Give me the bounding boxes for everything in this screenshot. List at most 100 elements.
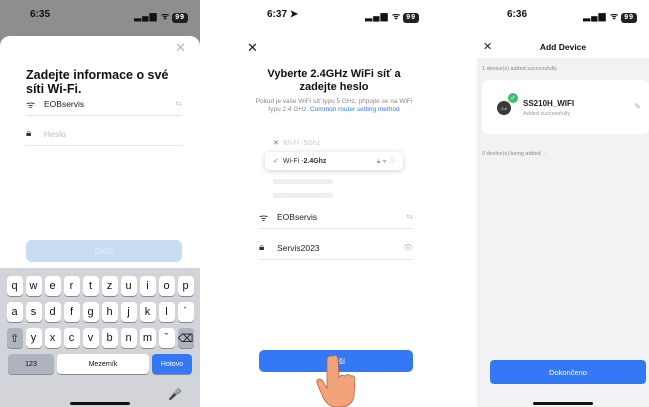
key[interactable]: h (101, 302, 118, 322)
key[interactable]: ˇ (158, 328, 175, 348)
battery-icon: 99 (621, 13, 637, 23)
key[interactable]: i (139, 276, 156, 296)
keyboard: q w e r t z u i o p a s d f g h j k l ´ … (0, 268, 200, 407)
lock-icon: 🔒︎ (26, 128, 32, 139)
key[interactable]: y (25, 328, 42, 348)
status-icons: ▂▄▆ ᯤ 99 (365, 9, 419, 23)
key[interactable]: z (101, 276, 118, 296)
key[interactable]: ´ (177, 302, 194, 322)
signal-icon: ▂▄▆ ᯤ (365, 11, 402, 21)
placeholder-bar (273, 178, 333, 184)
key[interactable]: o (158, 276, 175, 296)
keyboard-row-1: q w e r t z u i o p (0, 276, 200, 296)
bad-network-prefix: Wi-Fi - (282, 139, 304, 147)
key[interactable]: x (44, 328, 61, 348)
add-device-screen: 6:36 ▂▄▆ ᯤ 99 ✕ Add Device 1 device(s) ad… (477, 0, 649, 407)
status-time: 6:35 (30, 9, 51, 20)
done-button[interactable]: Dokončeno (490, 360, 646, 384)
microphone-icon[interactable]: 🎤 (168, 388, 182, 401)
edit-pencil-icon[interactable]: ✎ (634, 102, 641, 111)
status-icons: ▂▄▆ ᯤ 99 (134, 9, 188, 23)
key[interactable]: p (177, 276, 194, 296)
key[interactable]: d (44, 302, 61, 322)
next-button[interactable]: Další (26, 240, 182, 262)
key[interactable]: g (82, 302, 99, 322)
wifi-icon: ᯤ (259, 212, 269, 224)
wifi-name-field[interactable]: ᯤ EOBservis ⇆ (259, 205, 413, 229)
status-icons: ▂▄▆ ᯤ 99 (583, 9, 637, 23)
key[interactable]: w (25, 276, 42, 296)
wifi-band-illustration: ✕ Wi-Fi - 5Ghz ✓ Wi-Fi - 2.4Ghz 🔒︎ ᯤ ⓘ (265, 132, 403, 204)
battery-icon: 99 (403, 13, 419, 23)
key[interactable]: f (63, 302, 80, 322)
switch-network-icon[interactable]: ⇆ (406, 212, 413, 221)
key[interactable]: v (82, 328, 99, 348)
switch-network-icon[interactable]: ⇆ (175, 99, 182, 108)
key[interactable]: l (158, 302, 175, 322)
router-setting-link[interactable]: Common router setting method (310, 106, 400, 113)
wifi-name-field[interactable]: ᯤ EOBservis ⇆ (26, 92, 182, 116)
key[interactable]: b (101, 328, 118, 348)
keyboard-row-2: a s d f g h j k l ´ (0, 302, 200, 322)
screenshot-collage: 6:35 ▂▄▆ ᯤ 99 ✕ Zadejte informace o své s… (0, 0, 649, 407)
lock-icon: 🔒︎ (259, 242, 265, 253)
wifi-icon: ᯤ (26, 99, 36, 111)
password-field[interactable]: 🔒︎ Heslo (26, 122, 182, 146)
good-network-band: 2.4Ghz (303, 157, 327, 165)
keyboard-row-3: ⇧ y x c v b n m ˇ ⌫ (0, 328, 200, 348)
key[interactable]: a (6, 302, 23, 322)
bad-network-band: 5Ghz (303, 139, 321, 147)
good-network-row: ✓ Wi-Fi - 2.4Ghz 🔒︎ ᯤ ⓘ (265, 152, 403, 170)
key[interactable]: c (63, 328, 80, 348)
key[interactable]: m (139, 328, 156, 348)
password-field[interactable]: 🔒︎ Servis2023 👁︎ (259, 236, 413, 260)
placeholder-bar (273, 192, 333, 198)
page-subtitle: Pokud je vaše WiFi síť typu 5 GHz, připo… (255, 98, 413, 114)
key[interactable]: t (82, 276, 99, 296)
go-key[interactable]: Hotovo (152, 354, 192, 374)
added-count-label: 1 device(s) added successfully (482, 66, 557, 72)
password-placeholder: Heslo (44, 128, 66, 139)
loading-spinner-icon: ◌ (543, 151, 547, 157)
device-name: SS210H_WIFI (523, 99, 575, 108)
device-icon: 2.4 (497, 101, 511, 115)
signal-icon: ▂▄▆ ᯤ (134, 11, 171, 21)
adding-count-text: 0 device(s) being added (482, 151, 541, 157)
space-key[interactable]: Mezerník (57, 354, 149, 374)
key[interactable]: k (139, 302, 156, 322)
close-icon[interactable]: ✕ (175, 40, 186, 56)
battery-icon: 99 (172, 13, 188, 23)
key[interactable]: n (120, 328, 137, 348)
eye-icon[interactable]: 👁︎ (403, 243, 413, 252)
status-bar: 6:35 ▂▄▆ ᯤ 99 (0, 0, 200, 26)
cross-icon: ✕ (273, 140, 279, 147)
status-bar: 6:36 ▂▄▆ ᯤ 99 (477, 0, 649, 26)
key[interactable]: s (25, 302, 42, 322)
key[interactable]: r (63, 276, 80, 296)
select-wifi-screen: 6:37 ➤ ▂▄▆ ᯤ 99 ✕ Vyberte 2.4GHz WiFi síť… (237, 0, 431, 407)
shift-key-icon[interactable]: ⇧ (6, 328, 23, 348)
key[interactable]: q (6, 276, 23, 296)
keyboard-row-4: 123 Mezerník Hotovo (0, 354, 200, 374)
numbers-key[interactable]: 123 (8, 354, 54, 374)
network-status-icons: 🔒︎ ᯤ ⓘ (376, 159, 395, 165)
device-status: Added successfully (523, 111, 571, 117)
home-indicator (70, 402, 130, 405)
password-value: Servis2023 (277, 242, 320, 253)
key[interactable]: e (44, 276, 61, 296)
key[interactable]: u (120, 276, 137, 296)
bad-network-row: ✕ Wi-Fi - 5Ghz (265, 136, 403, 150)
backspace-key-icon[interactable]: ⌫ (177, 328, 194, 348)
status-time: 6:37 ➤ (267, 9, 299, 20)
key[interactable]: j (120, 302, 137, 322)
good-network-prefix: Wi-Fi - (282, 157, 304, 165)
wifi-info-screen: 6:35 ▂▄▆ ᯤ 99 ✕ Zadejte informace o své s… (0, 0, 200, 407)
success-check-icon: ✓ (508, 93, 518, 103)
wifi-name-value: EOBservis (44, 98, 85, 109)
signal-icon: ▂▄▆ ᯤ (583, 11, 620, 21)
close-icon[interactable]: ✕ (247, 40, 258, 56)
home-indicator (533, 402, 593, 405)
device-card[interactable]: 2.4 ✓ SS210H_WIFI Added successfully ✎ (482, 80, 649, 134)
blurred-network-row (265, 174, 403, 188)
page-title: Vyberte 2.4GHz WiFi síť a zadejte heslo (267, 68, 401, 93)
